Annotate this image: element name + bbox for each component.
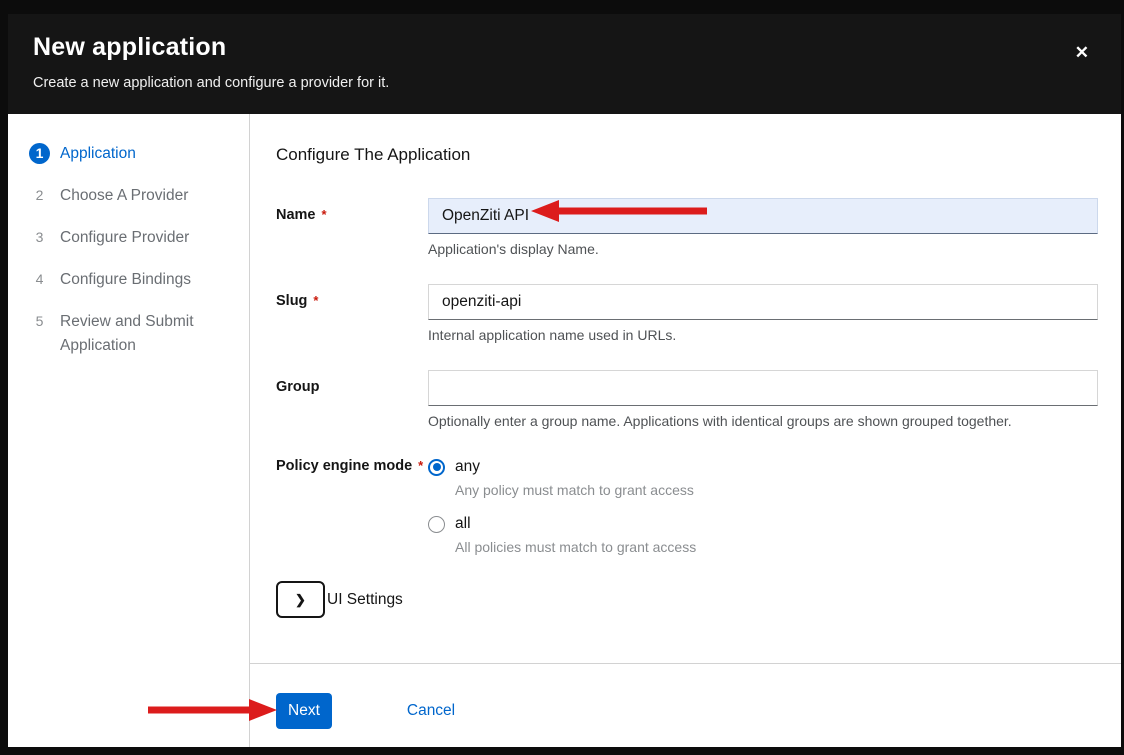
policy-mode-label: Policy engine mode* [276,456,428,555]
required-asterisk: * [322,207,327,222]
slug-field-row: Slug* Internal application name used in … [276,284,1098,344]
group-input[interactable] [428,370,1098,406]
wizard-step-configure-bindings[interactable]: 4 Configure Bindings [8,269,249,292]
step-label: Review and Submit Application [60,310,233,358]
modal-header: New application Create a new application… [8,14,1121,114]
required-asterisk: * [313,293,318,308]
step-label: Configure Bindings [60,268,191,292]
chevron-right-icon: ❯ [295,592,306,608]
ui-settings-label: UI Settings [327,591,403,609]
policy-option-all: all [428,513,1098,533]
form-heading: Configure The Application [276,145,1098,165]
policy-option-any: any [428,456,1098,476]
modal-subtitle: Create a new application and configure a… [33,74,1097,92]
group-helper-text: Optionally enter a group name. Applicati… [428,413,1098,430]
step-label: Application [60,142,136,166]
wizard-step-choose-provider[interactable]: 2 Choose A Provider [8,185,249,208]
close-icon[interactable]: ✕ [1075,44,1089,61]
application-form: Configure The Application Name* Applicat… [250,114,1121,663]
step-number-badge: 3 [29,227,50,248]
wizard-step-application[interactable]: 1 Application [8,143,249,166]
cancel-link[interactable]: Cancel [407,693,455,729]
policy-any-label[interactable]: any [455,458,480,476]
required-asterisk: * [418,458,423,473]
ui-settings-toggle[interactable]: ❯ [276,581,325,618]
step-number-badge: 1 [29,143,50,164]
group-label: Group [276,370,428,430]
new-application-modal: New application Create a new application… [8,14,1121,747]
name-input[interactable] [428,198,1098,234]
policy-all-helper-text: All policies must match to grant access [455,539,1098,555]
policy-mode-field-row: Policy engine mode* any Any policy must … [276,456,1098,555]
name-helper-text: Application's display Name. [428,241,1098,258]
policy-any-helper-text: Any policy must match to grant access [455,482,1098,498]
name-field-row: Name* Application's display Name. [276,198,1098,258]
policy-any-radio[interactable] [428,459,445,476]
wizard-footer: Next Cancel [250,663,1121,747]
policy-all-label[interactable]: all [455,515,471,533]
next-button[interactable]: Next [276,693,332,729]
slug-label: Slug* [276,284,428,344]
step-number-badge: 2 [29,185,50,206]
wizard-main: Configure The Application Name* Applicat… [250,114,1121,747]
name-label: Name* [276,198,428,258]
slug-helper-text: Internal application name used in URLs. [428,327,1098,344]
group-field-row: Group Optionally enter a group name. App… [276,370,1098,430]
step-label: Choose A Provider [60,184,188,208]
step-number-badge: 4 [29,269,50,290]
wizard-step-review-submit[interactable]: 5 Review and Submit Application [8,311,249,358]
policy-all-radio[interactable] [428,516,445,533]
step-number-badge: 5 [29,311,50,332]
slug-input[interactable] [428,284,1098,320]
wizard-steps-nav: 1 Application 2 Choose A Provider 3 Conf… [8,114,250,747]
page: { "modal": { "title": "New application",… [0,0,1124,755]
wizard-step-configure-provider[interactable]: 3 Configure Provider [8,227,249,250]
step-label: Configure Provider [60,226,189,250]
modal-body: 1 Application 2 Choose A Provider 3 Conf… [8,114,1121,747]
modal-title: New application [33,33,1097,61]
ui-settings-section: ❯ UI Settings [276,581,1098,618]
